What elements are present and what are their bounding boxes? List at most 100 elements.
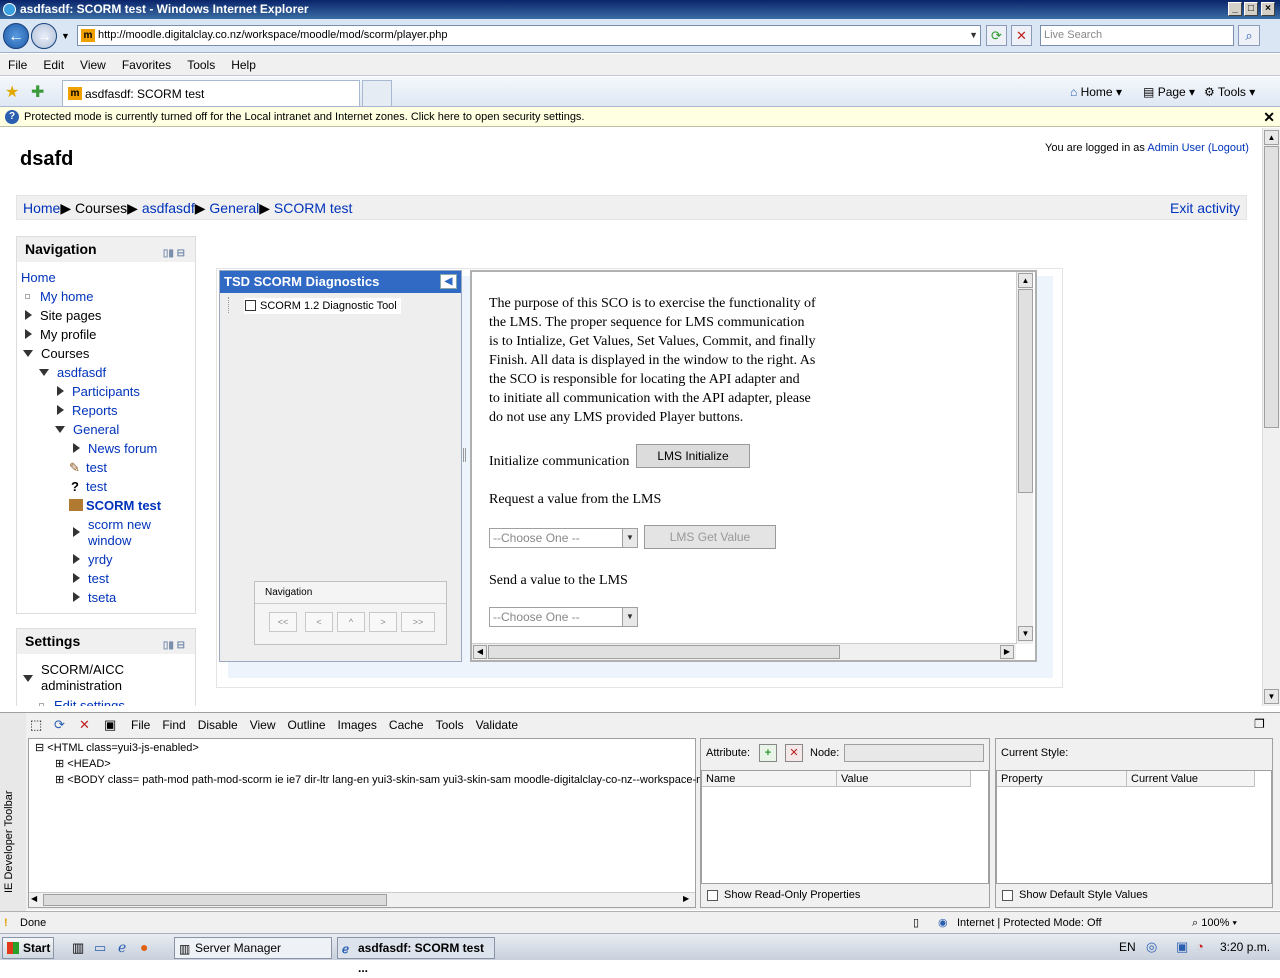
nav-courses[interactable]: Courses bbox=[41, 346, 89, 361]
lms-get-value-button[interactable]: LMS Get Value bbox=[644, 525, 776, 549]
breadcrumb-activity[interactable]: SCORM test bbox=[274, 200, 353, 216]
menu-tools[interactable]: Tools bbox=[179, 54, 223, 76]
menu-help[interactable]: Help bbox=[223, 54, 264, 76]
dom-node-body[interactable]: <BODY class= path-mod path-mod-scorm ie … bbox=[67, 774, 717, 786]
exit-activity-link[interactable]: Exit activity bbox=[1170, 196, 1240, 220]
favorites-star-icon[interactable]: ★ bbox=[5, 82, 19, 102]
expand-node-icon[interactable]: ⊞ bbox=[55, 758, 64, 770]
add-attribute-button[interactable]: + bbox=[759, 744, 777, 762]
new-tab-button[interactable] bbox=[362, 80, 392, 106]
breadcrumb-home[interactable]: Home bbox=[23, 200, 60, 216]
node-input[interactable] bbox=[844, 744, 984, 762]
server-icon[interactable]: ▥ bbox=[72, 940, 84, 956]
tools-command[interactable]: ⚙ Tools ▾ bbox=[1204, 77, 1255, 107]
menu-file[interactable]: File bbox=[0, 54, 35, 76]
breadcrumb-course[interactable]: asdfasdf bbox=[142, 200, 195, 216]
remove-attribute-button[interactable]: ✕ bbox=[785, 744, 803, 762]
language-indicator[interactable]: EN bbox=[1119, 940, 1136, 954]
dom-horizontal-scrollbar[interactable]: ◀ ▶ bbox=[29, 892, 695, 907]
search-button[interactable]: ⌕ bbox=[1238, 25, 1260, 46]
nav-participants[interactable]: Participants bbox=[72, 384, 140, 399]
help-tray-icon[interactable]: ◎ bbox=[1146, 939, 1157, 955]
nav-reports[interactable]: Reports bbox=[72, 403, 118, 418]
block-controls-icon[interactable]: ▯▮ ⊟ bbox=[163, 633, 185, 658]
dev-menu-view[interactable]: View bbox=[250, 718, 276, 732]
nav-next-button[interactable]: > bbox=[369, 612, 397, 632]
nav-test-3[interactable]: test bbox=[88, 571, 109, 586]
select-element-icon[interactable]: ⬚ bbox=[30, 717, 42, 733]
collapse-node-icon[interactable]: ⊟ bbox=[35, 742, 44, 754]
start-button[interactable]: Start bbox=[2, 937, 54, 959]
nav-last-button[interactable]: >> bbox=[401, 612, 435, 632]
logout-link[interactable]: (Logout) bbox=[1208, 142, 1249, 154]
task-server-manager[interactable]: ▥ Server Manager bbox=[174, 937, 332, 959]
nav-first-button[interactable]: << bbox=[269, 612, 297, 632]
default-style-checkbox[interactable] bbox=[1002, 890, 1013, 901]
nav-site-pages[interactable]: Site pages bbox=[40, 308, 101, 323]
nav-test-1[interactable]: test bbox=[86, 460, 107, 475]
desktop-icon[interactable]: ▭ bbox=[94, 940, 106, 956]
menu-edit[interactable]: Edit bbox=[35, 54, 72, 76]
page-command[interactable]: ▤ Page ▾ bbox=[1143, 77, 1195, 107]
sco-horizontal-scrollbar[interactable]: ◀ ▶ bbox=[472, 643, 1016, 660]
nav-course-asdfasdf[interactable]: asdfasdf bbox=[57, 365, 106, 380]
minimize-button[interactable]: _ bbox=[1228, 2, 1242, 16]
dev-menu-tools[interactable]: Tools bbox=[436, 718, 464, 732]
clear-icon[interactable]: ✕ bbox=[79, 717, 90, 733]
volume-tray-icon[interactable]: ◔ bbox=[1196, 939, 1204, 954]
home-command[interactable]: ⌂ Home ▾ bbox=[1070, 77, 1122, 107]
expand-node-icon[interactable]: ⊞ bbox=[55, 774, 64, 786]
stop-button[interactable]: ✕ bbox=[1011, 25, 1032, 46]
dev-menu-find[interactable]: Find bbox=[162, 718, 185, 732]
nav-previous-button[interactable]: < bbox=[305, 612, 333, 632]
refresh-button[interactable]: ⟳ bbox=[986, 25, 1007, 46]
clock[interactable]: 3:20 p.m. bbox=[1220, 940, 1270, 954]
nav-scorm-test[interactable]: SCORM test bbox=[86, 498, 161, 513]
dev-menu-disable[interactable]: Disable bbox=[198, 718, 238, 732]
firefox-icon[interactable]: ● bbox=[140, 939, 148, 955]
splitter-handle[interactable] bbox=[463, 448, 466, 462]
dom-node-html[interactable]: <HTML class=yui3-js-enabled> bbox=[47, 742, 199, 754]
collapse-toc-button[interactable]: ◀ bbox=[440, 274, 457, 289]
security-infobar[interactable]: ? Protected mode is currently turned off… bbox=[0, 107, 1280, 127]
nav-news-forum[interactable]: News forum bbox=[88, 441, 157, 456]
zone-text[interactable]: Internet | Protected Mode: Off bbox=[957, 912, 1102, 934]
nav-up-button[interactable]: ^ bbox=[337, 612, 365, 632]
sco-vertical-scrollbar[interactable]: ▲ ▼ bbox=[1016, 272, 1033, 644]
nav-tseta[interactable]: tseta bbox=[88, 590, 116, 605]
get-value-select[interactable]: --Choose One -- ▼ bbox=[489, 528, 638, 548]
close-infobar-icon[interactable]: ✕ bbox=[1263, 107, 1275, 127]
nav-my-home[interactable]: My home bbox=[40, 289, 93, 304]
close-window-button[interactable]: × bbox=[1261, 2, 1275, 16]
dev-menu-outline[interactable]: Outline bbox=[288, 718, 326, 732]
breadcrumb-section[interactable]: General bbox=[209, 200, 259, 216]
forward-button[interactable]: → bbox=[31, 23, 57, 49]
dev-menu-file[interactable]: File bbox=[131, 718, 150, 732]
nav-test-2[interactable]: test bbox=[86, 479, 107, 494]
restore-pane-icon[interactable]: ❐ bbox=[1254, 717, 1265, 731]
tab-scorm-test[interactable]: m asdfasdf: SCORM test bbox=[62, 80, 360, 106]
user-link[interactable]: Admin User bbox=[1147, 142, 1204, 154]
menu-favorites[interactable]: Favorites bbox=[114, 54, 179, 76]
search-input[interactable]: Live Search bbox=[1040, 25, 1234, 46]
nav-my-profile[interactable]: My profile bbox=[40, 327, 96, 342]
nav-home[interactable]: Home bbox=[21, 270, 56, 285]
nav-general[interactable]: General bbox=[73, 422, 119, 437]
set-value-select[interactable]: --Choose One -- ▼ bbox=[489, 607, 638, 627]
block-controls-icon[interactable]: ▯▮ ⊟ bbox=[163, 241, 185, 266]
dev-menu-images[interactable]: Images bbox=[338, 718, 377, 732]
toc-item[interactable]: SCORM 1.2 Diagnostic Tool bbox=[244, 298, 401, 314]
back-button[interactable]: ← bbox=[3, 23, 29, 49]
refresh-dom-icon[interactable]: ⟳ bbox=[54, 717, 65, 733]
readonly-checkbox[interactable] bbox=[707, 890, 718, 901]
lms-initialize-button[interactable]: LMS Initialize bbox=[636, 444, 750, 468]
maximize-button[interactable]: □ bbox=[1244, 2, 1258, 16]
zoom-control[interactable]: ⌕ 100% ▾ bbox=[1192, 912, 1237, 934]
history-dropdown-icon[interactable]: ▼ bbox=[61, 31, 70, 41]
ie-quicklaunch-icon[interactable]: ℯ bbox=[118, 939, 126, 956]
task-ie-window[interactable]: ℯ asdfasdf: SCORM test ... bbox=[337, 937, 495, 975]
dev-menu-validate[interactable]: Validate bbox=[476, 718, 518, 732]
dev-menu-cache[interactable]: Cache bbox=[389, 718, 424, 732]
settings-edit-settings[interactable]: Edit settings bbox=[54, 698, 125, 706]
dom-node-head[interactable]: <HEAD> bbox=[67, 758, 110, 770]
